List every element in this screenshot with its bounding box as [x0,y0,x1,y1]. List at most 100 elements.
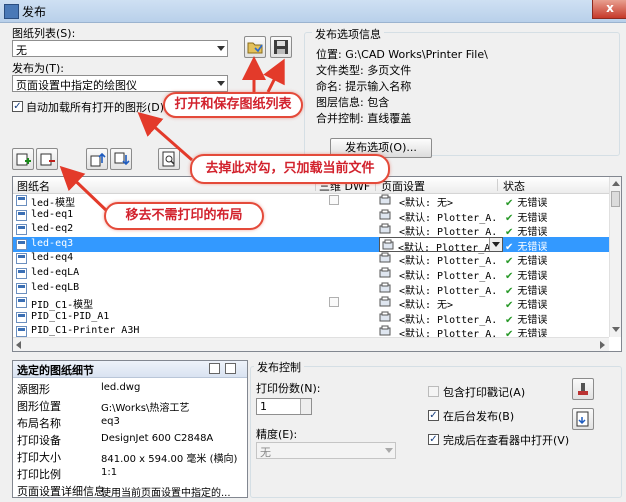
page-setup-icon [382,239,394,250]
sheet-list-label: 图纸列表(S): [12,27,76,40]
copies-input[interactable]: 1 [256,398,312,415]
collapse-details-icon[interactable] [225,363,236,374]
page-setup-icon [379,194,391,205]
col-status[interactable]: 状态 [503,178,525,194]
publish-to-combo[interactable]: 页面设置中指定的绘图仪 [12,75,228,92]
page-setup-icon [379,311,391,322]
layout-icon [16,224,27,236]
layout-icon [16,326,27,338]
3d-dwf-checkbox[interactable] [329,195,339,205]
detail-value: 使用当前页面设置中指定的... [101,488,231,499]
layout-icon [16,297,27,309]
close-button[interactable]: x [592,0,626,19]
page-setup-icon [379,223,391,234]
detail-value: 841.00 x 594.00 毫米 (横向) [101,454,238,465]
preview-icon [162,151,175,167]
add-sheet-button[interactable] [12,148,34,170]
detail-value: led.dwg [101,382,141,393]
col-sheet-name[interactable]: 图纸名 [17,178,50,194]
info-file-type: 文件类型: 多页文件 [316,64,412,77]
plot-stamp-settings-button[interactable] [572,378,594,400]
precision-combo[interactable]: 无 [256,442,396,459]
preview-button[interactable] [158,148,180,170]
layout-icon [16,238,27,250]
layout-icon [16,311,27,323]
page-setup-icon [379,325,391,336]
page-setup-icon [379,296,391,307]
move-down-icon [114,152,130,166]
sheet-list-combo[interactable]: 无 [12,40,228,57]
open-viewer-label: 完成后在查看器中打开(V) [443,434,570,447]
scroll-thumb[interactable] [611,191,620,207]
move-up-icon [90,152,106,167]
auto-load-checkbox[interactable]: ✓ [12,101,23,112]
table-row[interactable]: led-eq4<默认: Plotter_A...✔无错误 [13,251,609,267]
table-row[interactable]: PID_C1-PID_A1<默认: Plotter_A...✔无错误 [13,310,609,326]
background-publish-label: 在后台发布(B) [443,410,515,423]
remove-sheet-icon [40,153,55,166]
viewer-button[interactable] [572,408,594,430]
vertical-scrollbar[interactable] [609,177,621,337]
table-row[interactable]: led-模型 <默认: 无> ✔ 无错误 [13,193,609,209]
details-title: 选定的图纸细节 [17,364,94,377]
window-title: 发布 [22,5,47,19]
sheet-name-cell: led-eq3 [31,237,74,249]
table-row[interactable]: led-eq1<默认: Plotter_A...✔无错误 [13,208,609,224]
layout-icon [16,253,27,265]
info-layers: 图层信息: 包含 [316,96,390,109]
layout-icon [16,195,27,206]
precision-label: 精度(E): [256,428,298,441]
precision-value: 无 [260,446,271,459]
detail-label: 打印大小 [17,451,61,464]
detail-label: 布局名称 [17,417,61,430]
detail-label: 打印设备 [17,434,61,447]
detail-value: 1:1 [101,467,118,478]
horizontal-scrollbar[interactable] [13,337,609,351]
sheet-name-cell: PID_C1-Printer A3H [31,325,140,337]
sheet-name-cell: led-eq1 [31,208,74,220]
title-bar: 发布 [0,0,626,23]
detail-label: 图形位置 [17,400,61,413]
callout-remove-layout: 移去不需打印的布局 [104,202,264,230]
publish-to-label: 发布为(T): [12,62,65,75]
remove-sheet-button[interactable] [36,148,58,170]
background-publish-checkbox[interactable]: ✓ [428,410,439,421]
selected-sheet-details: 选定的图纸细节 源图形 led.dwg 图形位置 G:\Works\热溶工艺 布… [12,360,248,499]
plot-stamp-checkbox[interactable] [428,386,439,397]
app-icon [4,4,19,19]
copies-spinner[interactable] [300,399,311,414]
chevron-down-icon[interactable] [489,237,502,251]
table-row[interactable]: led-eqLB<默认: Plotter_A...✔无错误 [13,281,609,297]
table-row[interactable]: led-eq2<默认: Plotter_A...✔无错误 [13,222,609,238]
detail-value: DesignJet 600 C2848A [101,433,214,444]
copies-value: 1 [260,400,267,413]
move-up-button[interactable] [86,148,108,170]
detail-label: 打印比例 [17,468,61,481]
detail-label: 页面设置详细信息 [17,485,105,498]
callout-open-save: 打开和保存图纸列表 [163,92,303,118]
col-page-setup[interactable]: 页面设置 [381,178,425,194]
callout-uncheck-load: 去掉此对勾，只加载当前文件 [190,154,390,184]
page-setup-icon [379,267,391,278]
move-down-button[interactable] [110,148,132,170]
publish-control-title: 发布控制 [254,359,304,375]
sheet-list-value: 无 [16,44,27,57]
table-row[interactable]: PID_C1-模型 <默认: 无> ✔ 无错误 [13,295,609,311]
open-viewer-checkbox[interactable]: ✓ [428,434,439,445]
table-row[interactable]: led-eq3 <默认: Plotter_A1H ✔ 无错误 [13,236,609,254]
sheet-name-cell: led-eqLB [31,281,80,293]
table-row[interactable]: led-eqLA<默认: Plotter_A...✔无错误 [13,266,609,282]
sheet-name-cell: led-eqLA [31,267,80,278]
save-sheet-list-button[interactable] [270,36,292,58]
3d-dwf-checkbox[interactable] [329,297,339,308]
details-header: 选定的图纸细节 [13,361,247,378]
page-setup-dropdown[interactable]: <默认: Plotter_A1H [379,236,503,254]
sheet-name-cell: led-eq4 [31,252,74,264]
plot-stamp-label: 包含打印戳记(A) [443,386,526,399]
viewer-icon [576,411,589,427]
details-pin-icon[interactable] [209,363,220,374]
detail-value: G:\Works\热溶工艺 [101,403,190,414]
open-sheet-list-button[interactable] [244,36,266,58]
info-location: 位置: G:\CAD Works\Printer File\ [316,48,488,61]
sheet-table[interactable]: 图纸名 三维 DWF 页面设置 状态 led-模型 <默认: 无> ✔ 无错误 led-… [12,176,622,352]
